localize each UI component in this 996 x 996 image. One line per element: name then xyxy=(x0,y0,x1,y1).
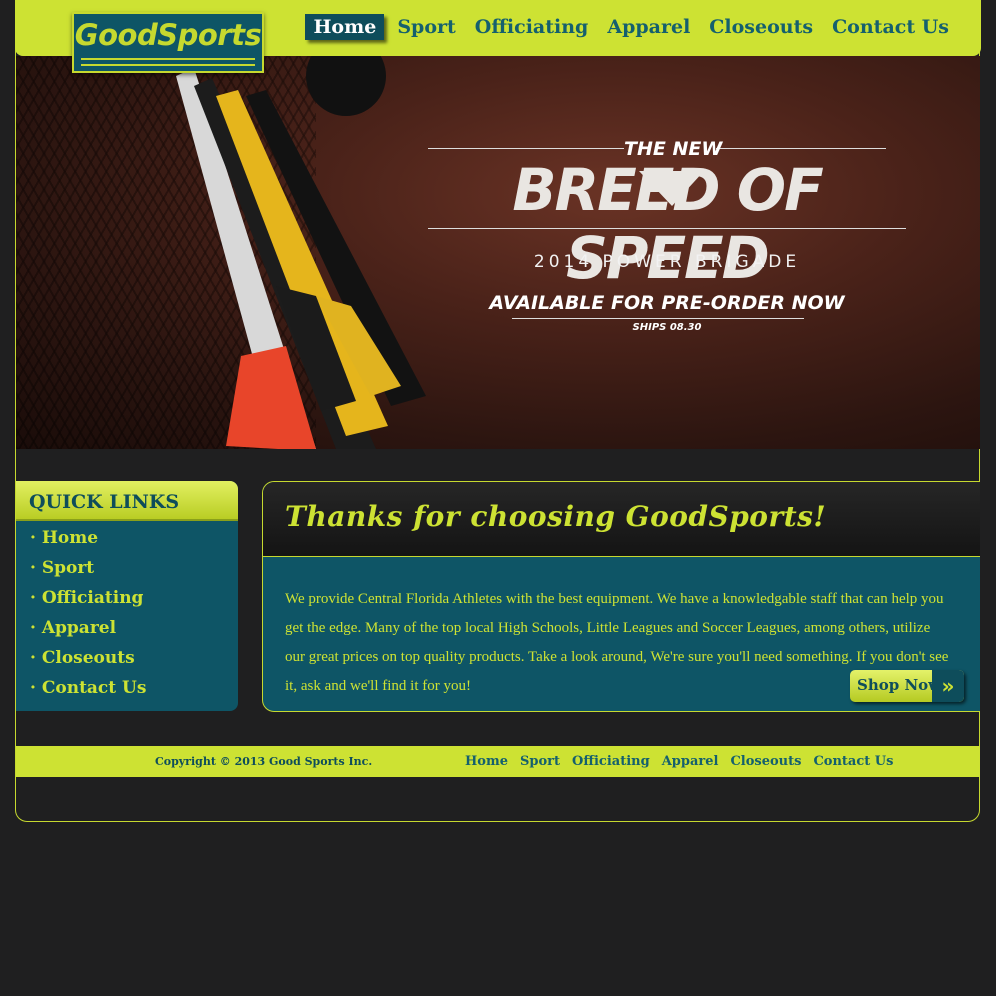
quick-link-home[interactable]: · Home xyxy=(30,528,146,558)
logo-underline xyxy=(81,64,255,66)
hero-banner[interactable]: THE NEW BREED OF SPEED 2014 POWER BRIGAD… xyxy=(16,56,980,449)
nav-sport[interactable]: Sport xyxy=(388,14,464,40)
helmet-icon xyxy=(306,56,386,116)
hero-divider xyxy=(716,148,886,149)
quick-links-title: QUICK LINKS xyxy=(29,491,180,513)
nav-apparel[interactable]: Apparel xyxy=(598,14,699,40)
welcome-heading: Thanks for choosing GoodSports! xyxy=(285,500,827,533)
shop-now-button[interactable]: Shop Now » xyxy=(850,670,964,702)
quick-links-list: · Home · Sport · Officiating · Apparel ·… xyxy=(30,528,146,708)
quick-link-sport[interactable]: · Sport xyxy=(30,558,146,588)
quick-link-apparel[interactable]: · Apparel xyxy=(30,618,146,648)
footer: Copyright © 2013 Good Sports Inc. Home S… xyxy=(16,746,980,777)
welcome-banner: Thanks for choosing GoodSports! xyxy=(263,482,980,557)
footer-link-apparel[interactable]: Apparel xyxy=(662,754,719,769)
hero-ships-date: SHIPS 08.30 xyxy=(632,322,702,333)
shop-now-label: Shop Now xyxy=(857,676,942,694)
footer-link-contact-us[interactable]: Contact Us xyxy=(813,754,893,769)
nav-home[interactable]: Home xyxy=(305,14,385,40)
footer-link-home[interactable]: Home xyxy=(465,754,508,769)
double-chevron-right-icon: » xyxy=(932,670,964,702)
copyright: Copyright © 2013 Good Sports Inc. xyxy=(155,755,373,768)
hero-divider xyxy=(512,318,804,319)
hero-preorder: AVAILABLE FOR PRE-ORDER NOW xyxy=(489,292,845,314)
hero-divider xyxy=(428,148,624,149)
nav-closeouts[interactable]: Closeouts xyxy=(700,14,822,40)
quick-links-header: QUICK LINKS xyxy=(16,481,238,521)
quick-links-panel: QUICK LINKS · Home · Sport · Officiating… xyxy=(16,481,238,711)
quick-link-closeouts[interactable]: · Closeouts xyxy=(30,648,146,678)
quick-link-officiating[interactable]: · Officiating xyxy=(30,588,146,618)
hero-divider xyxy=(428,228,906,229)
quick-link-contact-us[interactable]: · Contact Us xyxy=(30,678,146,708)
nav-contact-us[interactable]: Contact Us xyxy=(823,14,958,40)
footer-link-sport[interactable]: Sport xyxy=(520,754,560,769)
nav-officiating[interactable]: Officiating xyxy=(466,14,598,40)
main-nav: Home Sport Officiating Apparel Closeouts… xyxy=(304,14,958,40)
footer-nav: Home Sport Officiating Apparel Closeouts… xyxy=(465,754,905,769)
footer-link-closeouts[interactable]: Closeouts xyxy=(730,754,801,769)
footer-link-officiating[interactable]: Officiating xyxy=(572,754,650,769)
hero-brigade: 2014 POWER BRIGADE xyxy=(533,252,801,272)
logo-text: GoodSports xyxy=(74,18,262,52)
logo-underline xyxy=(81,58,255,60)
logo[interactable]: GoodSports xyxy=(72,12,264,73)
